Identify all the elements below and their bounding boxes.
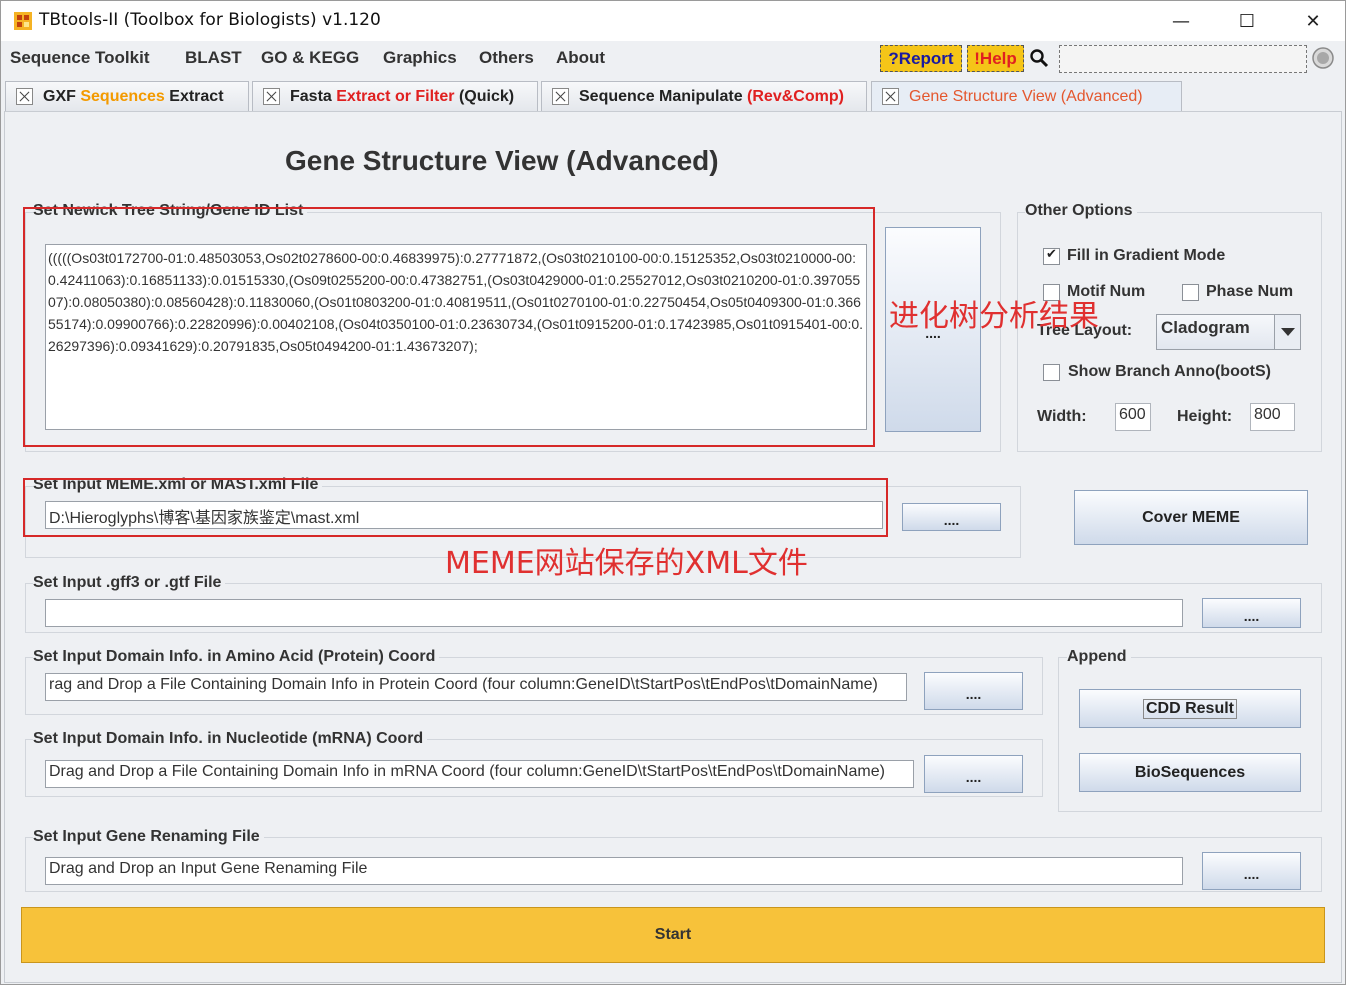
close-tab-icon[interactable] <box>263 88 280 105</box>
tab-fasta-extract-filter[interactable]: Fasta Extract or Filter (Quick) <box>252 81 538 111</box>
tab-gene-structure-view[interactable]: Gene Structure View (Advanced) <box>871 81 1182 111</box>
newick-highlight-box <box>23 207 875 447</box>
help-button[interactable]: !Help <box>967 45 1024 72</box>
gff-legend: Set Input .gff3 or .gtf File <box>33 574 226 592</box>
report-button[interactable]: ?Report <box>880 45 962 72</box>
loading-spinner-icon <box>1312 47 1334 69</box>
app-window: TBtools-II (Toolbox for Biologists) v1.1… <box>0 0 1346 985</box>
close-tab-icon[interactable] <box>552 88 569 105</box>
maximize-button[interactable]: ☐ <box>1225 7 1269 35</box>
domain-protein-input[interactable]: rag and Drop a File Containing Domain In… <box>45 673 907 701</box>
tab-label-part: GXF <box>43 87 76 105</box>
search-icon[interactable] <box>1029 48 1049 68</box>
window-title: TBtools-II (Toolbox for Biologists) v1.1… <box>39 10 381 30</box>
domain-mrna-input[interactable]: Drag and Drop a File Containing Domain I… <box>45 760 914 788</box>
chevron-down-icon[interactable] <box>1274 315 1300 349</box>
cover-meme-button[interactable]: Cover MEME <box>1074 490 1308 545</box>
tab-label-part: Fasta <box>290 87 332 105</box>
height-label: Height: <box>1177 408 1233 425</box>
close-button[interactable]: ✕ <box>1291 7 1335 35</box>
domain-protein-browse-button[interactable]: .... <box>924 672 1023 710</box>
menu-go-kegg[interactable]: GO & KEGG <box>261 48 359 68</box>
width-label: Width: <box>1037 408 1087 425</box>
page-title: Gene Structure View (Advanced) <box>285 145 719 176</box>
minimize-button[interactable]: — <box>1159 7 1203 35</box>
meme-highlight-box <box>23 478 888 537</box>
tree-layout-select[interactable]: Cladogram <box>1156 314 1301 350</box>
tab-label-part: (Quick) <box>458 87 515 105</box>
height-input[interactable]: 800 <box>1250 403 1295 431</box>
gff-file-input[interactable] <box>45 599 1183 627</box>
menu-blast[interactable]: BLAST <box>185 48 242 68</box>
meme-xml-annotation: MEME网站保存的XML文件 <box>445 546 808 581</box>
menu-sequence-toolkit[interactable]: Sequence Toolkit <box>10 48 150 68</box>
fill-gradient-label: Fill in Gradient Mode <box>1067 247 1226 264</box>
renaming-browse-button[interactable]: .... <box>1202 852 1301 890</box>
start-button[interactable]: Start <box>21 907 1325 963</box>
tab-label-highlight: (Rev&Comp) <box>747 87 844 105</box>
menu-about[interactable]: About <box>556 48 605 68</box>
meme-browse-button[interactable]: .... <box>902 503 1001 531</box>
menu-graphics[interactable]: Graphics <box>383 48 457 68</box>
search-input[interactable] <box>1059 45 1307 73</box>
fill-gradient-checkbox[interactable] <box>1043 247 1060 265</box>
domain-mrna-legend: Set Input Domain Info. in Nucleotide (mR… <box>33 730 428 748</box>
tree-layout-value: Cladogram <box>1161 318 1250 337</box>
tab-sequence-manipulate[interactable]: Sequence Manipulate (Rev&Comp) <box>541 81 867 111</box>
title-bar: TBtools-II (Toolbox for Biologists) v1.1… <box>1 1 1345 41</box>
tab-label-part: Extract <box>169 87 224 105</box>
biosequences-button[interactable]: BioSequences <box>1079 753 1301 792</box>
tab-label-highlight: Extract or Filter <box>336 87 455 105</box>
tab-label-highlight: Sequences <box>80 87 165 105</box>
show-branch-label: Show Branch Anno(bootS) <box>1068 363 1271 380</box>
renaming-legend: Set Input Gene Renaming File <box>33 828 264 846</box>
cdd-result-button[interactable]: CDD Result <box>1079 689 1301 728</box>
domain-protein-legend: Set Input Domain Info. in Amino Acid (Pr… <box>33 648 440 666</box>
tab-gxf-sequences-extract[interactable]: GXF Sequences Extract <box>5 81 249 111</box>
gff-browse-button[interactable]: .... <box>1202 598 1301 628</box>
other-options-legend: Other Options <box>1025 202 1137 220</box>
menu-others[interactable]: Others <box>479 48 534 68</box>
tree-result-annotation: 进化树分析结果 <box>889 299 1099 334</box>
phase-num-checkbox[interactable] <box>1182 284 1199 301</box>
show-branch-checkbox[interactable] <box>1043 364 1060 381</box>
tab-bar: GXF Sequences Extract Fasta Extract or F… <box>1 79 1345 111</box>
domain-mrna-browse-button[interactable]: .... <box>924 755 1023 793</box>
close-tab-icon[interactable] <box>16 88 33 105</box>
cdd-result-label: CDD Result <box>1142 698 1237 719</box>
tab-label: Gene Structure View (Advanced) <box>909 87 1143 105</box>
close-tab-icon[interactable] <box>882 88 899 105</box>
tab-label-part: Sequence Manipulate <box>579 87 743 105</box>
phase-num-label: Phase Num <box>1206 283 1294 300</box>
renaming-file-input[interactable]: Drag and Drop an Input Gene Renaming Fil… <box>45 857 1183 885</box>
append-legend: Append <box>1067 648 1131 666</box>
width-input[interactable]: 600 <box>1115 403 1151 431</box>
app-logo-icon <box>14 12 32 30</box>
